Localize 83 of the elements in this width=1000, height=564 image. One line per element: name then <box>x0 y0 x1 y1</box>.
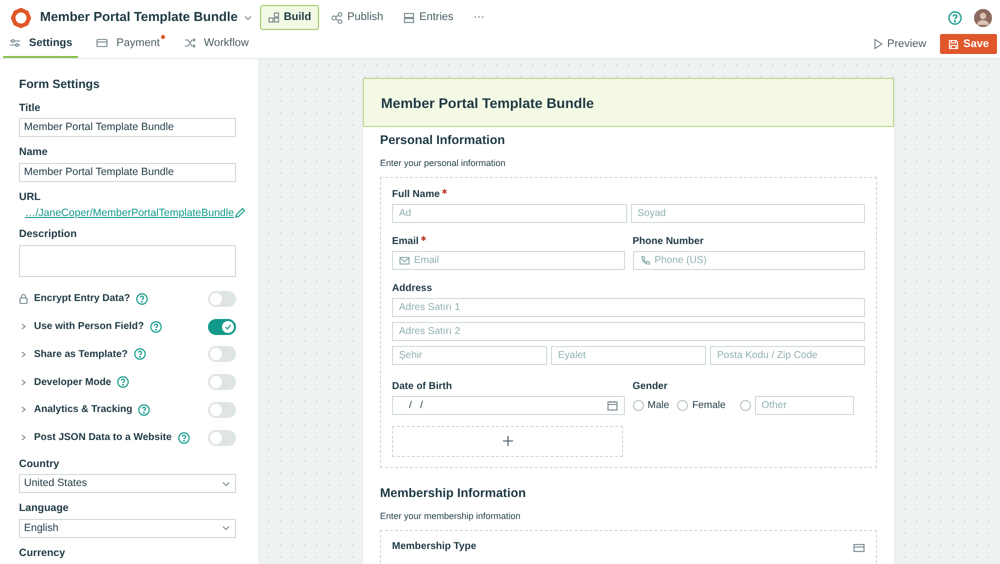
toggle-switch[interactable] <box>208 374 236 390</box>
chevron-right-icon[interactable] <box>19 404 28 416</box>
description-field[interactable] <box>19 244 236 277</box>
list-icon <box>403 12 416 24</box>
select-field[interactable]: United States <box>19 474 236 494</box>
radio-button[interactable] <box>740 400 751 411</box>
avatar-icon[interactable] <box>974 8 992 27</box>
chevron-right-icon[interactable] <box>19 321 28 332</box>
chevron-right-icon[interactable] <box>19 432 28 444</box>
nav-tab[interactable]: Publish <box>323 5 392 30</box>
setting-label: Encrypt Entry Data? <box>34 292 130 306</box>
phone-icon <box>640 254 650 266</box>
card-icon <box>96 37 108 50</box>
check-icon <box>224 322 232 330</box>
settings-tab[interactable]: Workflow <box>178 32 255 58</box>
setting-label: Analytics & Tracking <box>34 403 132 416</box>
floppy-icon <box>948 38 960 50</box>
calendar-icon <box>606 400 618 411</box>
field-label: Currency <box>19 546 66 561</box>
mail-icon <box>399 254 410 266</box>
field-label: Name <box>19 146 49 160</box>
share-icon <box>331 12 344 24</box>
pencil-icon[interactable] <box>234 207 246 220</box>
radio-option[interactable]: Female <box>677 398 726 412</box>
field-label: Gender <box>632 380 668 393</box>
setting-label: Developer Mode <box>34 376 112 389</box>
save-button[interactable]: Save <box>940 34 997 54</box>
play-icon <box>873 38 884 50</box>
text-field[interactable]: Member Portal Template Bundle <box>19 162 236 182</box>
section-title: Personal Information <box>380 133 506 148</box>
plus-icon <box>502 435 514 448</box>
gear-logo-icon <box>10 6 32 29</box>
field-label: Language <box>19 502 70 516</box>
field-label: Title <box>19 102 42 116</box>
help-icon[interactable] <box>136 292 148 305</box>
section-subtitle: Enter your personal information <box>380 158 506 170</box>
field-label: Address <box>392 282 432 295</box>
toggle-switch[interactable] <box>208 290 236 307</box>
help-icon[interactable] <box>134 348 146 360</box>
help-icon[interactable] <box>138 404 150 416</box>
field-label: Email <box>392 234 419 248</box>
preview-button[interactable]: Preview <box>867 34 932 54</box>
chevron-right-icon[interactable] <box>19 348 28 360</box>
radio-option[interactable]: Male <box>632 398 670 412</box>
field-label: URL <box>19 190 42 205</box>
blocks-icon <box>268 12 280 24</box>
date-field[interactable]: / / <box>392 396 624 415</box>
field-label: Country <box>19 458 60 472</box>
setting-label: Share as Template? <box>34 348 128 361</box>
toggle-switch[interactable] <box>208 346 236 362</box>
toggle-switch[interactable] <box>208 430 236 446</box>
form-header: Member Portal Template Bundle <box>363 78 894 128</box>
field-label: Full Name <box>392 188 440 201</box>
chevron-right-icon[interactable] <box>19 376 28 388</box>
card-icon <box>853 542 865 553</box>
section-subtitle: Enter your membership information <box>380 510 521 523</box>
lock-icon <box>19 293 28 304</box>
section-title: Membership Information <box>380 486 527 501</box>
more-button[interactable]: ··· <box>466 5 493 30</box>
field-label: Phone Number <box>632 234 704 248</box>
nav-tab[interactable]: Entries <box>395 5 462 30</box>
shuffle-icon <box>184 37 196 50</box>
setting-label: Use with Person Field? <box>34 320 144 333</box>
select-field[interactable]: English <box>19 518 236 538</box>
url-link[interactable]: …/JaneCoper/MemberPortalTemplateBundle <box>25 206 234 220</box>
help-icon[interactable] <box>178 432 190 444</box>
field-label: Description <box>19 228 78 242</box>
add-field-button[interactable] <box>392 426 623 457</box>
toggle-switch[interactable] <box>208 402 236 418</box>
text-field[interactable]: Member Portal Template Bundle <box>19 118 236 138</box>
settings-tab[interactable]: Settings <box>3 32 78 58</box>
help-icon[interactable] <box>150 320 162 332</box>
toggle-switch[interactable] <box>208 318 236 334</box>
setting-label: Post JSON Data to a Website <box>34 431 172 444</box>
field-label: Membership Type <box>392 540 476 553</box>
settings-tab[interactable]: Payment <box>90 32 166 58</box>
sliders-icon <box>9 37 21 50</box>
form-title: Member Portal Template Bundle <box>40 9 238 26</box>
help-icon[interactable] <box>117 376 130 388</box>
help-icon[interactable] <box>948 10 962 25</box>
field-label: Date of Birth <box>392 380 452 393</box>
nav-tab[interactable]: Build <box>260 5 320 30</box>
panel-heading: Form Settings <box>19 77 101 92</box>
